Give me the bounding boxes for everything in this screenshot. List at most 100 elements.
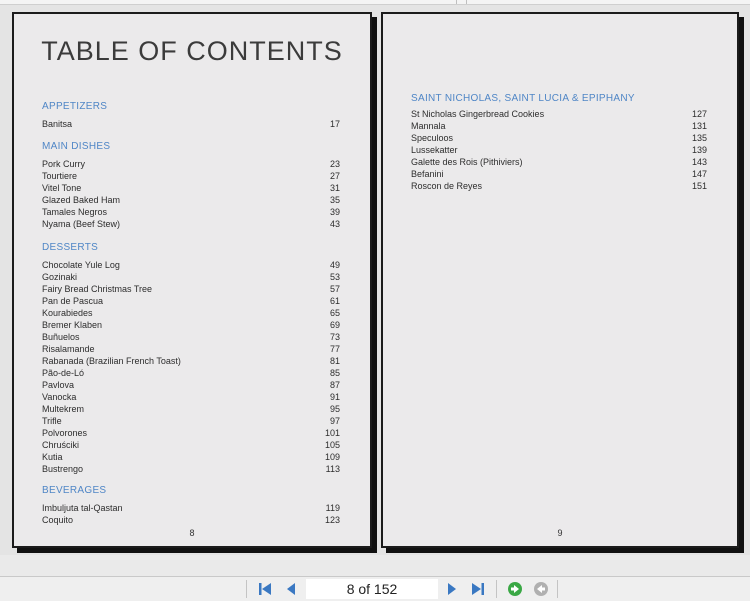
entry-name: Banitsa: [42, 119, 73, 129]
toc-section-appetizers: APPETIZERS Banitsa 17: [42, 101, 340, 130]
toc-entry[interactable]: Kourabiedes 65: [42, 307, 340, 319]
entry-page: 73: [329, 332, 340, 342]
entry-page: 61: [329, 296, 340, 306]
entry-page: 53: [329, 272, 340, 282]
toc-entry[interactable]: Banitsa 17: [42, 118, 340, 130]
page-number: 8: [189, 528, 195, 538]
entry-page: 109: [324, 452, 340, 462]
page-title: TABLE OF CONTENTS: [41, 36, 343, 66]
entry-name: Vanocka: [42, 392, 77, 402]
entry-name: Gozinaki: [42, 272, 78, 282]
toc-entry[interactable]: Mannala 131: [411, 120, 707, 132]
entry-name: Buñuelos: [42, 332, 80, 342]
entry-name: Galette des Rois (Pithiviers): [411, 157, 523, 167]
entry-name: Tourtiere: [42, 171, 78, 181]
toc-entry[interactable]: Roscon de Reyes 151: [411, 180, 707, 192]
entry-name: Polvorones: [42, 428, 88, 438]
entry-name: Glazed Baked Ham: [42, 195, 121, 205]
toc-entry[interactable]: Vanocka 91: [42, 391, 340, 403]
page-9[interactable]: SAINT NICHOLAS, SAINT LUCIA & EPIPHANY S…: [381, 12, 739, 548]
toc-entry[interactable]: Pork Curry 23: [42, 158, 340, 170]
entry-name: Lussekatter: [411, 145, 458, 155]
page-number: 9: [557, 528, 563, 538]
entry-name: Speculoos: [411, 133, 454, 143]
entry-name: Rabanada (Brazilian French Toast): [42, 356, 181, 366]
toc-section-desserts: DESSERTS Chocolate Yule Log 49 Gozinaki 53…: [42, 242, 340, 475]
toc-entry[interactable]: Kutia 109: [42, 451, 340, 463]
entry-page: 39: [329, 207, 340, 217]
toc-entry[interactable]: Multekrem 95: [42, 403, 340, 415]
page-8[interactable]: TABLE OF CONTENTS APPETIZERS Banitsa 17 …: [12, 12, 372, 548]
entry-page: 81: [329, 356, 340, 366]
entry-page: 31: [329, 183, 340, 193]
previous-page-icon[interactable]: [283, 581, 299, 597]
toc-entry[interactable]: Tourtiere 27: [42, 170, 340, 182]
toc-entry[interactable]: Rabanada (Brazilian French Toast) 81: [42, 355, 340, 367]
toc-entry[interactable]: Pão-de-Ló 85: [42, 367, 340, 379]
entry-name: Tamales Negros: [42, 207, 108, 217]
toolbar-separator: [557, 580, 558, 598]
entry-name: Chocolate Yule Log: [42, 260, 120, 270]
entry-name: Bustrengo: [42, 464, 84, 474]
toc-entry[interactable]: Imbuljuta tal-Qastan 119: [42, 502, 340, 514]
entry-page: 151: [691, 181, 707, 191]
go-back-icon[interactable]: [533, 581, 549, 597]
section-heading: MAIN DISHES: [42, 141, 111, 152]
entry-name: Risalamande: [42, 344, 95, 354]
entry-name: Multekrem: [42, 404, 85, 414]
section-heading: APPETIZERS: [42, 101, 108, 112]
toc-section-beverages: BEVERAGES Imbuljuta tal-Qastan 119 Coquit…: [42, 485, 340, 526]
entry-page: 17: [329, 119, 340, 129]
next-page-icon[interactable]: [444, 581, 460, 597]
toc-entry[interactable]: Pan de Pascua 61: [42, 295, 340, 307]
toc-entry[interactable]: Bustrengo 113: [42, 463, 340, 475]
last-page-icon[interactable]: [470, 581, 486, 597]
toc-entry[interactable]: Vitel Tone 31: [42, 182, 340, 194]
entry-page: 105: [324, 440, 340, 450]
entry-page: 113: [325, 464, 340, 474]
toc-entry[interactable]: Glazed Baked Ham 35: [42, 194, 340, 206]
entry-page: 101: [324, 428, 340, 438]
toc-entry[interactable]: Coquito 123: [42, 514, 340, 526]
entry-page: 69: [329, 320, 340, 330]
entry-page: 147: [691, 169, 707, 179]
toc-entry[interactable]: Polvorones 101: [42, 427, 340, 439]
entry-page: 87: [329, 380, 340, 390]
toc-entry[interactable]: Risalamande 77: [42, 343, 340, 355]
page-number-input[interactable]: 8 of 152: [306, 579, 438, 599]
entry-page: 135: [691, 133, 707, 143]
entry-name: Vitel Tone: [42, 183, 82, 193]
toc-entry[interactable]: St Nicholas Gingerbread Cookies 127: [411, 108, 707, 120]
entry-page: 97: [329, 416, 340, 426]
navigation-toolbar: 8 of 152: [0, 576, 750, 601]
toc-entry[interactable]: Chruściki 105: [42, 439, 340, 451]
go-forward-icon[interactable]: [507, 581, 523, 597]
toc-entry[interactable]: Speculoos 135: [411, 132, 707, 144]
toc-entry[interactable]: Pavlova 87: [42, 379, 340, 391]
entry-page: 131: [691, 121, 707, 131]
toc-entry[interactable]: Chocolate Yule Log 49: [42, 259, 340, 271]
entry-name: Pan de Pascua: [42, 296, 104, 306]
section-heading: SAINT NICHOLAS, SAINT LUCIA & EPIPHANY: [411, 93, 635, 104]
entry-page: 123: [324, 515, 340, 525]
document-viewer[interactable]: TABLE OF CONTENTS APPETIZERS Banitsa 17 …: [0, 5, 750, 555]
entry-page: 35: [329, 195, 340, 205]
toc-entry[interactable]: Bremer Klaben 69: [42, 319, 340, 331]
toc-entry[interactable]: Trifle 97: [42, 415, 340, 427]
toolbar-divider: [456, 0, 457, 4]
toc-entry[interactable]: Tamales Negros 39: [42, 206, 340, 218]
toc-entry[interactable]: Fairy Bread Christmas Tree 57: [42, 283, 340, 295]
toc-entry[interactable]: Galette des Rois (Pithiviers) 143: [411, 156, 707, 168]
entry-name: Kourabiedes: [42, 308, 93, 318]
toc-entry[interactable]: Lussekatter 139: [411, 144, 707, 156]
entry-name: Chruściki: [42, 440, 80, 450]
toc-entry[interactable]: Gozinaki 53: [42, 271, 340, 283]
toc-entry[interactable]: Nyama (Beef Stew) 43: [42, 218, 340, 230]
toc-entry[interactable]: Buñuelos 73: [42, 331, 340, 343]
entry-page: 43: [329, 219, 340, 229]
entry-page: 119: [325, 503, 340, 513]
entry-name: Roscon de Reyes: [411, 181, 483, 191]
entry-name: Nyama (Beef Stew): [42, 219, 121, 229]
toc-entry[interactable]: Befanini 147: [411, 168, 707, 180]
first-page-icon[interactable]: [257, 581, 273, 597]
